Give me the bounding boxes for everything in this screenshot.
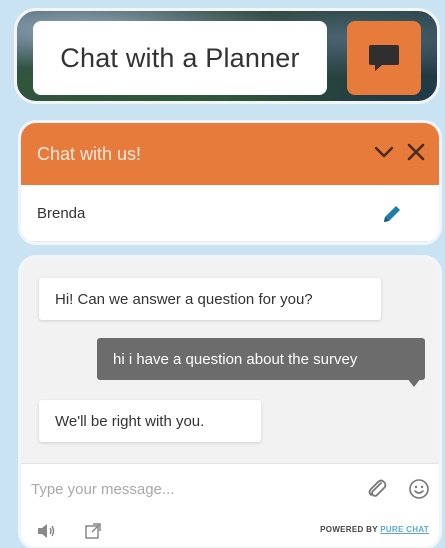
launcher-label-text: Chat with a Planner <box>60 42 300 73</box>
chat-launcher-banner: Chat with a Planner <box>14 8 440 104</box>
launcher-label-button[interactable]: Chat with a Planner <box>33 21 327 95</box>
visitor-message-tail <box>407 378 421 387</box>
message-text: Hi! Can we answer a question for you? <box>55 290 313 308</box>
chevron-down-icon <box>374 146 394 158</box>
launcher-chat-button[interactable] <box>347 21 421 95</box>
paperclip-icon <box>368 479 387 497</box>
agent-message: Hi! Can we answer a question for you? <box>39 278 381 320</box>
agent-name: Brenda <box>37 204 86 222</box>
pencil-icon <box>384 206 400 222</box>
speaker-icon <box>38 524 55 538</box>
header-actions <box>373 141 427 163</box>
attach-file-button[interactable] <box>365 477 389 501</box>
edit-name-button[interactable] <box>381 203 403 225</box>
agent-row: Brenda <box>21 185 439 242</box>
pure-chat-link[interactable]: PURE CHAT <box>380 525 429 534</box>
visitor-message: hi i have a question about the survey <box>97 338 425 380</box>
smiley-icon <box>409 479 429 499</box>
emoji-button[interactable] <box>407 477 431 501</box>
message-text: We'll be right with you. <box>55 412 205 430</box>
powered-by-text: POWERED BY <box>320 525 378 534</box>
close-button[interactable] <box>405 141 427 163</box>
external-link-icon <box>85 523 101 539</box>
message-input[interactable] <box>31 476 351 502</box>
chat-title: Chat with us! <box>37 143 142 164</box>
popout-button[interactable] <box>83 521 103 541</box>
chat-header-card: Chat with us! Brenda <box>18 120 442 245</box>
agent-message: We'll be right with you. <box>39 400 261 442</box>
chat-widget-page: Chat with a Planner Chat with us! Brenda… <box>0 0 445 548</box>
chat-bubble-icon <box>369 45 399 71</box>
close-icon <box>407 143 425 161</box>
message-text: hi i have a question about the survey <box>113 350 358 368</box>
chat-footer: POWERED BY PURE CHAT <box>21 513 439 547</box>
powered-by: POWERED BY PURE CHAT <box>320 525 429 534</box>
message-thread[interactable]: Hi! Can we answer a question for you? hi… <box>21 258 439 463</box>
message-composer <box>21 463 439 513</box>
chat-message-card: Hi! Can we answer a question for you? hi… <box>18 255 442 548</box>
sound-toggle-button[interactable] <box>35 521 57 541</box>
minimize-button[interactable] <box>373 141 395 163</box>
